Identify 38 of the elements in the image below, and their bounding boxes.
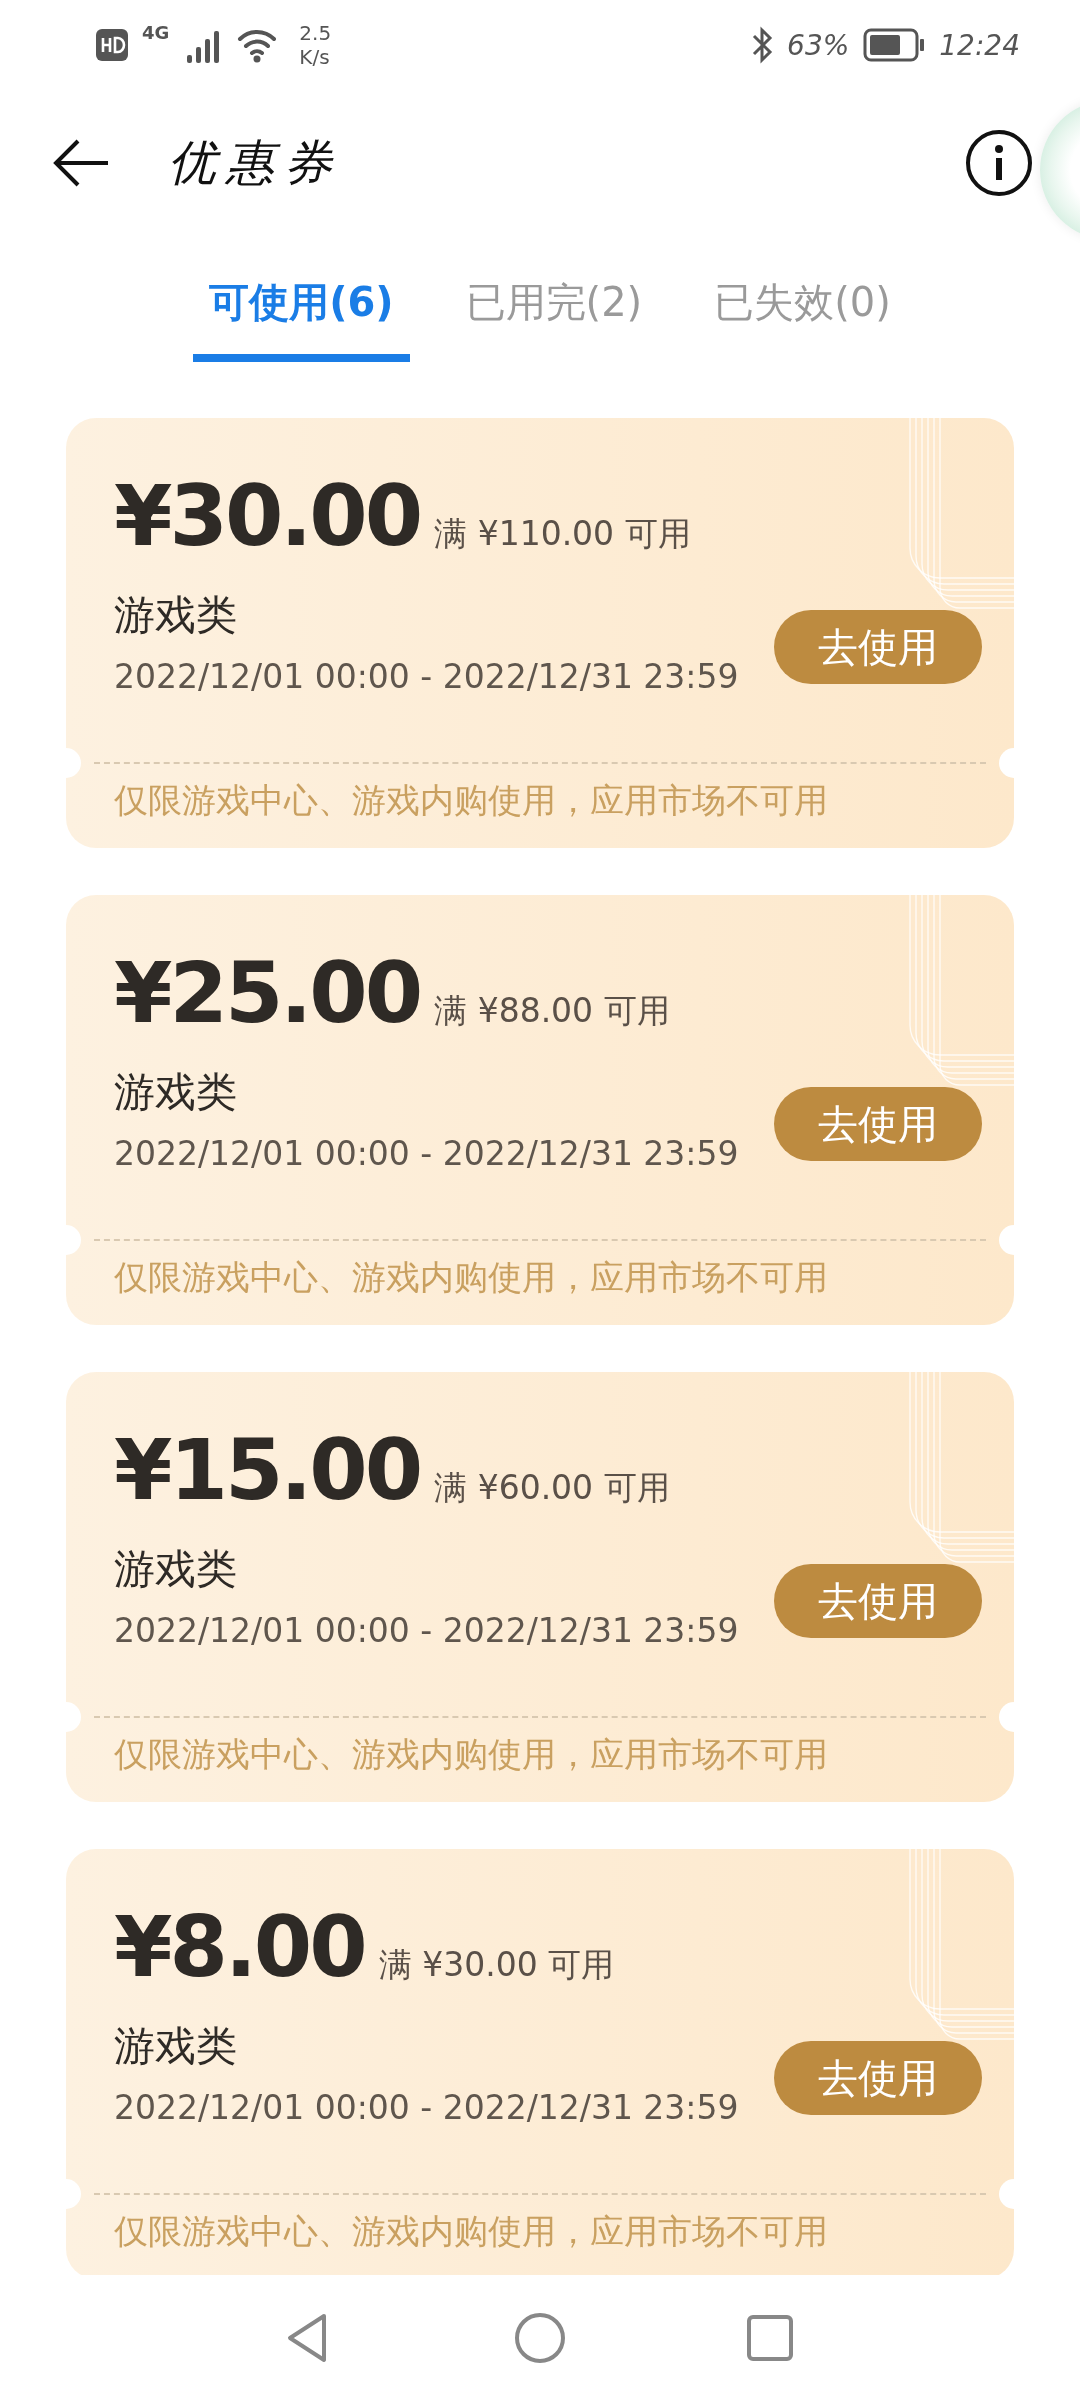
network-type: 4G [142,22,170,43]
validity-period: 2022/12/01 00:00 - 2022/12/31 23:59 [114,1134,739,1173]
validity-period: 2022/12/01 00:00 - 2022/12/31 23:59 [114,657,739,696]
validity-period: 2022/12/01 00:00 - 2022/12/31 23:59 [114,2088,739,2127]
hd-icon [96,29,128,61]
use-button[interactable]: 去使用 [774,1564,982,1638]
use-button[interactable]: 去使用 [774,1087,982,1161]
coupon-category: 游戏类 [114,1067,238,1118]
coupon-amount: ¥8.00 [114,1897,365,1998]
speed-value: 2.5 [299,21,332,45]
speed-unit: K/s [299,45,331,69]
min-spend-condition: 满 ¥88.00 可用 [434,990,670,1032]
coupon-amount: ¥30.00 [114,466,421,567]
coupon-category: 游戏类 [114,2021,238,2072]
coupon-category: 游戏类 [114,1544,238,1595]
coupon-category: 游戏类 [114,590,238,641]
battery-icon [863,28,926,62]
tab[interactable]: 已用完(2) [449,275,659,362]
bluetooth-icon [751,26,774,64]
page-title: 优惠券 [168,132,342,192]
tab[interactable]: 已失效(0) [698,275,907,362]
info-button[interactable] [964,127,1034,198]
min-spend-condition: 满 ¥30.00 可用 [378,1944,615,1986]
tab[interactable]: 可使用(6) [193,275,410,362]
usage-note: 仅限游戏中心、游戏内购使用，应用市场不可用 [113,779,829,822]
battery-percent: 63% [787,28,850,62]
validity-period: 2022/12/01 00:00 - 2022/12/31 23:59 [114,1611,739,1650]
use-button[interactable]: 去使用 [774,610,982,684]
usage-note: 仅限游戏中心、游戏内购使用，应用市场不可用 [113,1256,829,1299]
min-spend-condition: 满 ¥110.00 可用 [434,513,691,555]
min-spend-condition: 满 ¥60.00 可用 [434,1467,670,1509]
wifi-icon [237,27,278,63]
clock: 12:24 [939,28,1020,62]
coupon-amount: ¥25.00 [114,943,421,1044]
usage-note: 仅限游戏中心、游戏内购使用，应用市场不可用 [113,2210,829,2253]
usage-note: 仅限游戏中心、游戏内购使用，应用市场不可用 [113,1733,829,1776]
coupon-amount: ¥15.00 [114,1420,421,1521]
use-button[interactable]: 去使用 [774,2041,982,2115]
